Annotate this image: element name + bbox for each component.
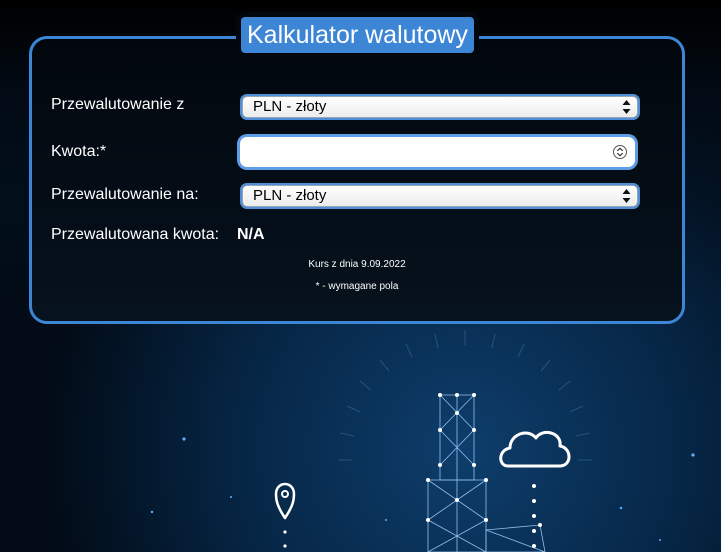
required-fields-note: * - wymagane pola — [315, 281, 399, 292]
from-currency-select[interactable]: PLN - złoty — [242, 96, 638, 118]
page-title: Kalkulator walutowy — [241, 17, 474, 53]
from-currency-label: Przewalutowanie z — [51, 96, 185, 113]
up-down-arrows-icon — [622, 100, 631, 114]
spin-stepper-icon[interactable] — [613, 143, 627, 161]
to-currency-label: Przewalutowanie na: — [51, 186, 199, 203]
amount-input[interactable] — [240, 137, 635, 167]
to-currency-select[interactable]: PLN - złoty — [242, 185, 638, 207]
up-down-arrows-icon — [622, 189, 631, 203]
to-currency-selected: PLN - złoty — [253, 187, 327, 204]
converted-amount-label: Przewalutowana kwota: — [51, 226, 220, 243]
rate-date: Kurs z dnia 9.09.2022 — [308, 259, 406, 270]
amount-label: Kwota:* — [51, 143, 107, 160]
from-currency-selected: PLN - złoty — [253, 98, 327, 115]
converted-amount-value: N/A — [237, 226, 265, 243]
